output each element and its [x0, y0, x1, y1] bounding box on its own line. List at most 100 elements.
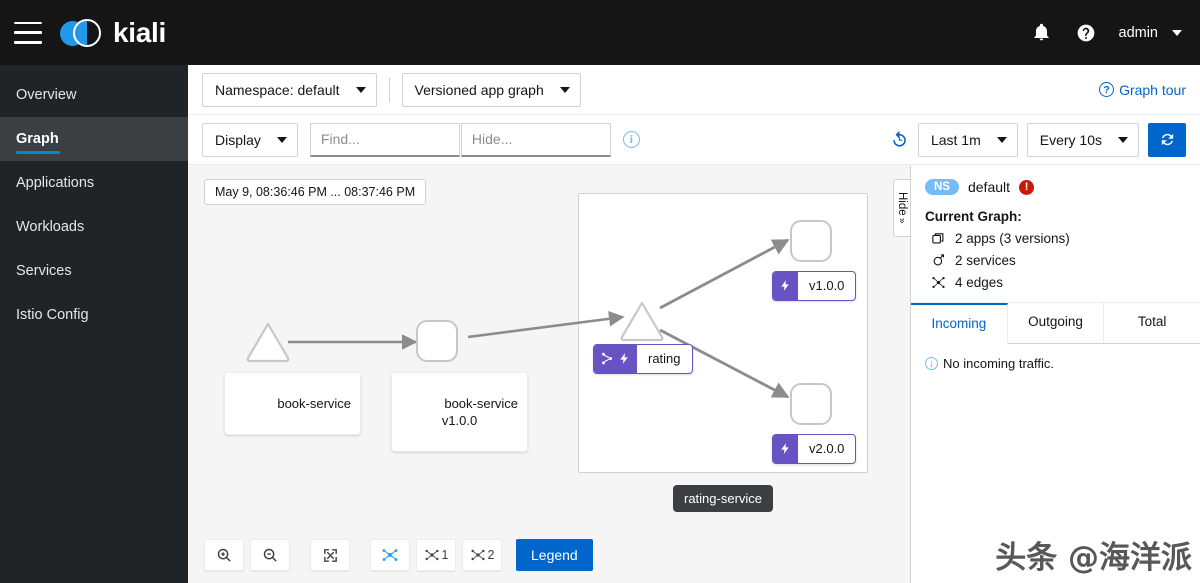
sidebar-item-label: Istio Config [16, 307, 89, 323]
namespace-summary-row: NS default ! [925, 179, 1186, 195]
current-graph-title: Current Graph: [925, 209, 1022, 224]
watermark: 头条 @海洋派 [995, 540, 1192, 576]
legend-button[interactable]: Legend [516, 539, 593, 571]
tab-incoming[interactable]: Incoming [911, 303, 1008, 344]
node-label-rating-v1: v1.0.0 [772, 271, 857, 301]
chevron-right-double-icon: » [896, 218, 908, 224]
sidebar-item-istio-config[interactable]: Istio Config [0, 293, 188, 337]
side-panel-collapse-handle[interactable]: Hide » [893, 179, 910, 237]
sidebar-item-applications[interactable]: Applications [0, 161, 188, 205]
sidebar-item-label: Workloads [16, 219, 85, 235]
traffic-empty-note-text: No incoming traffic. [943, 356, 1055, 371]
fit-to-screen-icon[interactable] [310, 539, 350, 571]
refresh-button[interactable] [1148, 122, 1186, 157]
refresh-interval-select[interactable]: Every 10s [1026, 122, 1139, 157]
sidebar-nav: Overview Graph Applications Workloads Se… [0, 65, 188, 583]
node-book-service[interactable] [244, 320, 292, 369]
side-panel-header: NS default ! Current Graph: 2 apps (3 ve… [911, 165, 1200, 303]
error-badge-icon[interactable]: ! [1019, 179, 1035, 195]
help-circle-icon[interactable] [1075, 22, 1097, 44]
graph-main: May 9, 08:36:46 PM ... 08:37:46 PM book-… [188, 165, 1200, 583]
graph-time-range-chip: May 9, 08:36:46 PM ... 08:37:46 PM [204, 179, 427, 205]
question-circle-icon: ? [1099, 82, 1115, 97]
graph-tooltip-text: rating-service [684, 491, 763, 506]
masthead: kiali admin [0, 0, 1200, 65]
hide-input[interactable] [460, 122, 611, 157]
node-label-rating: rating [593, 344, 693, 374]
zoom-in-icon[interactable] [204, 539, 244, 571]
time-range-select[interactable]: Last 1m [917, 122, 1018, 157]
kiali-logo-icon [60, 18, 104, 48]
find-input[interactable] [309, 122, 460, 157]
chevron-down-icon [1118, 136, 1128, 143]
sidebar-item-label: Overview [16, 87, 77, 103]
hide-handle-label: Hide [896, 192, 908, 217]
node-book-service-v1[interactable] [416, 320, 458, 362]
brand-logo[interactable]: kiali [60, 17, 166, 49]
graph-canvas[interactable]: May 9, 08:36:46 PM ... 08:37:46 PM book-… [188, 165, 910, 583]
toolbar-divider [388, 77, 390, 102]
sidebar-item-services[interactable]: Services [0, 249, 188, 293]
info-circle-icon[interactable]: i [622, 131, 640, 148]
stat-apps: 2 apps (3 versions) [925, 231, 1186, 246]
namespace-select[interactable]: Namespace: default [202, 72, 377, 107]
virtual-service-icon [602, 352, 613, 365]
layout-option-1-button[interactable]: 1 [416, 539, 456, 571]
graph-tour-link[interactable]: ? Graph tour [1099, 82, 1186, 98]
apps-icon [932, 233, 944, 244]
graph-type-select[interactable]: Versioned app graph [401, 72, 581, 107]
edges-icon [932, 277, 945, 288]
node-label-text: v1.0.0 [809, 278, 845, 293]
sidebar-item-workloads[interactable]: Workloads [0, 205, 188, 249]
tab-outgoing[interactable]: Outgoing [1008, 303, 1105, 343]
user-menu[interactable]: admin [1119, 25, 1182, 41]
graph-type-label: Versioned app graph [414, 81, 544, 98]
node-label-book-service-v1: book-service v1.0.0 [391, 372, 529, 453]
brand-name: kiali [113, 16, 166, 48]
sidebar-item-graph[interactable]: Graph [0, 117, 188, 161]
graph-toolbar-primary: Namespace: default Versioned app graph ?… [188, 65, 1200, 115]
node-label-text: v2.0.0 [809, 441, 845, 456]
layout-option-1-label: 1 [441, 548, 449, 562]
service-icon [933, 254, 945, 266]
masthead-actions: admin [1031, 22, 1200, 44]
layout-default-icon[interactable] [370, 539, 410, 571]
zoom-out-icon[interactable] [250, 539, 290, 571]
hamburger-icon[interactable] [14, 21, 42, 44]
chevron-down-icon [355, 86, 366, 93]
namespace-select-label: Namespace: default [215, 81, 340, 98]
tab-total[interactable]: Total [1104, 303, 1200, 343]
stat-services: 2 services [925, 253, 1186, 268]
stat-apps-text: 2 apps (3 versions) [955, 231, 1070, 246]
stat-edges-text: 4 edges [955, 275, 1004, 290]
node-rating-v2[interactable] [790, 383, 832, 425]
graph-tour-label: Graph tour [1119, 81, 1186, 98]
layout-option-2-label: 2 [487, 548, 495, 562]
display-menu-button[interactable]: Display [202, 122, 298, 157]
replay-history-icon[interactable] [890, 130, 909, 149]
kiali-app-window: kiali admin Overview Graph Applications … [0, 0, 1200, 583]
node-label-text: rating [648, 351, 681, 366]
node-label-book-service: book-service [224, 372, 362, 435]
bell-icon[interactable] [1031, 22, 1053, 44]
node-rating-service[interactable] [618, 299, 666, 348]
graph-side-panel: NS default ! Current Graph: 2 apps (3 ve… [910, 165, 1200, 583]
time-controls: Last 1m Every 10s [890, 122, 1186, 157]
refresh-interval-label: Every 10s [1039, 131, 1102, 148]
layout-option-2-button[interactable]: 2 [462, 539, 502, 571]
traffic-tabs: Incoming Outgoing Total [911, 303, 1200, 344]
destination-rule-icon [781, 443, 789, 455]
node-rating-v1[interactable] [790, 220, 832, 262]
chevron-down-icon [276, 136, 287, 143]
ns-type-badge: NS [925, 179, 959, 195]
node-badges-rating-v1 [773, 272, 798, 300]
sidebar-item-label: Services [16, 263, 72, 279]
tab-total-label: Total [1137, 314, 1167, 329]
chevron-down-icon [1172, 29, 1182, 36]
chevron-down-icon [559, 86, 570, 93]
sidebar-item-overview[interactable]: Overview [0, 73, 188, 117]
ns-name-label: default [967, 179, 1011, 195]
sidebar-item-label: Graph [16, 131, 59, 147]
node-label-text: book-service v1.0.0 [441, 395, 519, 429]
graph-tooltip: rating-service [673, 485, 774, 512]
